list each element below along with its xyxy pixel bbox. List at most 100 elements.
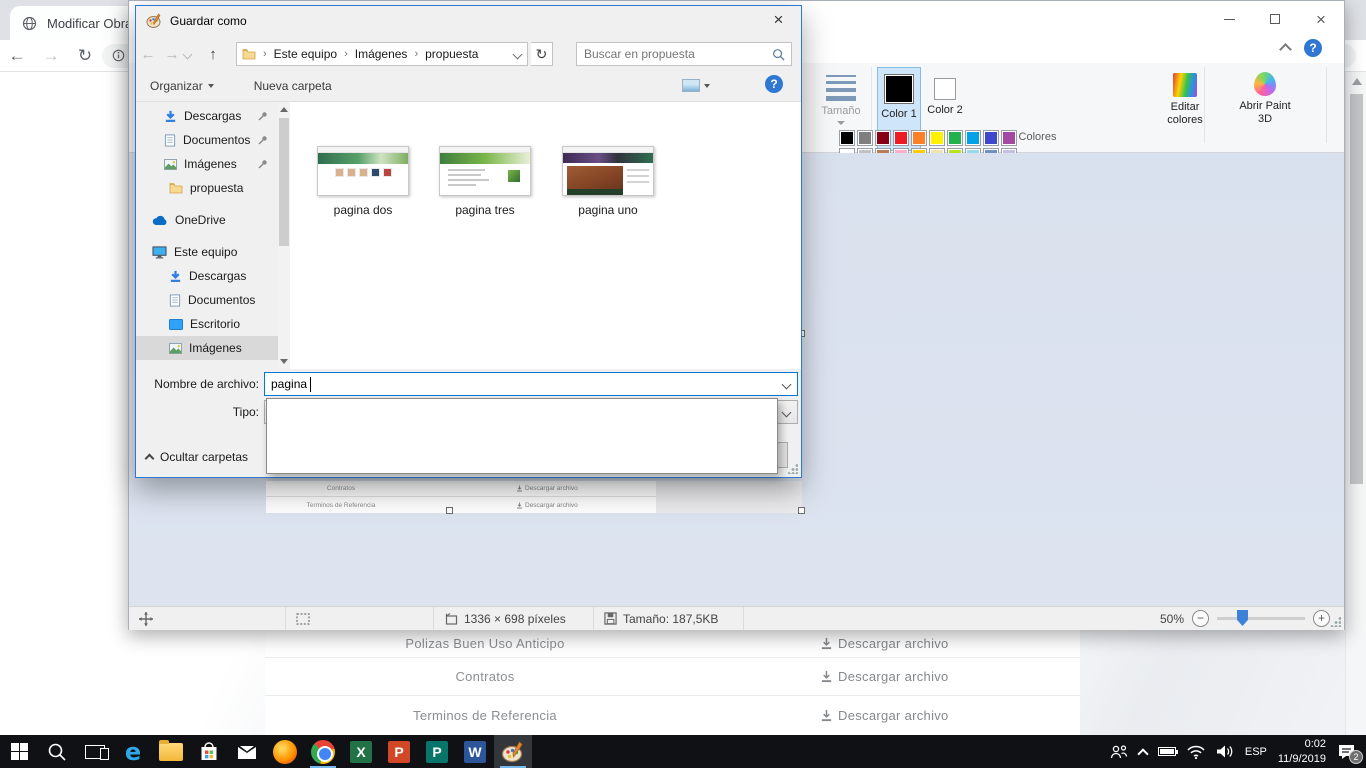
zoom-slider[interactable] — [1217, 617, 1305, 620]
collapse-ribbon-icon[interactable] — [1279, 43, 1292, 56]
zoom-in-button[interactable]: + — [1313, 610, 1330, 627]
taskbar-publisher[interactable]: P — [418, 735, 456, 768]
scrollbar-thumb[interactable] — [279, 118, 289, 246]
taskbar-paint[interactable] — [494, 735, 532, 768]
zoom-out-button[interactable]: − — [1192, 610, 1209, 627]
wifi-icon[interactable] — [1187, 745, 1205, 759]
taskbar-file-explorer[interactable] — [152, 735, 190, 768]
sidebar-item-propuesta[interactable]: propuesta — [136, 176, 278, 200]
address-breadcrumb-bar[interactable]: › Este equipo › Imágenes › propuesta — [236, 42, 528, 66]
file-item[interactable]: pagina dos — [308, 146, 418, 217]
file-item[interactable]: pagina tres — [430, 146, 540, 217]
maximize-button[interactable] — [1252, 4, 1298, 34]
resize-grip[interactable] — [1331, 617, 1341, 627]
selection-handle-corner[interactable] — [798, 507, 805, 514]
language-indicator[interactable]: ESP — [1245, 746, 1267, 758]
sidebar-item-documentos[interactable]: Documentos — [136, 128, 278, 152]
task-view-icon — [85, 745, 105, 759]
scrollbar-up-arrow[interactable] — [280, 107, 288, 112]
nav-forward-button[interactable]: → — [160, 46, 184, 63]
row-label: Polizas Buen Uso Anticipo — [265, 630, 705, 657]
filename-input[interactable]: pagina — [264, 372, 798, 396]
file-thumbnail — [317, 146, 409, 196]
chevron-down-icon — [208, 84, 214, 88]
browser-reload-button[interactable]: ↻ — [68, 46, 102, 66]
scrollbar-down-arrow[interactable] — [280, 359, 288, 364]
selection-handle-bottom[interactable] — [446, 507, 453, 514]
breadcrumb-item[interactable]: propuesta — [425, 47, 478, 61]
paint-help-icon[interactable]: ? — [1304, 39, 1322, 57]
view-mode-button[interactable] — [677, 76, 715, 95]
scrollbar-thumb[interactable] — [1350, 94, 1363, 484]
paint-icon — [501, 741, 525, 763]
sidebar-item-onedrive[interactable]: OneDrive — [136, 208, 278, 232]
size-button[interactable]: Tamaño — [813, 67, 869, 125]
refresh-button[interactable]: ↻ — [531, 42, 553, 66]
start-button[interactable] — [0, 735, 38, 768]
filename-autocomplete-dropdown[interactable] — [266, 398, 778, 474]
sidebar-scrollbar[interactable] — [278, 102, 290, 369]
taskbar-firefox[interactable] — [266, 735, 304, 768]
dialog-close-button[interactable]: × — [756, 6, 801, 34]
file-item[interactable]: pagina uno — [553, 146, 663, 217]
row-label: Terminos de Referencia — [265, 696, 705, 734]
open-paint3d-button[interactable]: Abrir Paint 3D — [1231, 67, 1299, 126]
zoom-slider-thumb[interactable] — [1237, 610, 1248, 626]
search-box[interactable] — [576, 42, 792, 66]
file-thumbnail — [562, 146, 654, 196]
taskbar-store[interactable] — [190, 735, 228, 768]
nav-up-button[interactable]: ↑ — [201, 46, 225, 63]
new-folder-button[interactable]: Nueva carpeta — [246, 75, 340, 97]
browser-back-button[interactable]: ← — [0, 46, 34, 66]
address-dropdown-chevron-icon[interactable] — [513, 49, 523, 59]
taskbar-word[interactable]: W — [456, 735, 494, 768]
sidebar-item-descargas2[interactable]: Descargas — [136, 264, 278, 288]
close-button[interactable]: × — [1298, 4, 1344, 34]
filename-dropdown-chevron-icon[interactable] — [782, 379, 792, 389]
taskbar-edge[interactable]: e — [114, 735, 152, 768]
volume-icon[interactable] — [1216, 744, 1234, 759]
downloads-icon — [169, 270, 182, 283]
edit-colors-button[interactable]: Editar colores — [1159, 67, 1211, 127]
taskbar-search-button[interactable] — [38, 735, 76, 768]
browser-scrollbar[interactable] — [1345, 72, 1366, 735]
scrollbar-up-arrow[interactable] — [1352, 78, 1362, 85]
type-dropdown-chevron-icon[interactable] — [782, 407, 792, 417]
search-input[interactable] — [577, 47, 772, 61]
breadcrumb-item[interactable]: Este equipo — [274, 47, 337, 61]
taskbar-powerpoint[interactable]: P — [380, 735, 418, 768]
taskbar-chrome[interactable] — [304, 735, 342, 768]
taskbar-excel[interactable]: X — [342, 735, 380, 768]
tray-expand-chevron-icon[interactable] — [1137, 748, 1148, 759]
palette-swatch[interactable] — [839, 130, 855, 146]
taskbar-mail[interactable] — [228, 735, 266, 768]
sidebar-item-este-equipo[interactable]: Este equipo — [136, 240, 278, 264]
download-link[interactable]: Descargar archivo — [820, 630, 949, 657]
minimize-button[interactable] — [1206, 4, 1252, 34]
browser-forward-button[interactable]: → — [34, 46, 68, 66]
sidebar-item-imagenes[interactable]: Imágenes — [136, 152, 278, 176]
sidebar-item-imagenes2[interactable]: Imágenes — [136, 336, 278, 360]
zoom-level: 50% — [1160, 612, 1184, 626]
breadcrumb-item[interactable]: Imágenes — [355, 47, 408, 61]
download-link[interactable]: Descargar archivo — [820, 658, 949, 695]
search-icon — [772, 48, 785, 61]
sidebar-item-descargas[interactable]: Descargas — [136, 104, 278, 128]
battery-icon[interactable] — [1158, 747, 1176, 756]
table-row: Terminos de Referencia Descargar archivo — [265, 696, 1080, 734]
action-center-button[interactable]: 2 — [1337, 743, 1356, 760]
help-button[interactable]: ? — [765, 75, 783, 93]
dialog-resize-grip[interactable] — [788, 464, 798, 474]
file-list-area[interactable]: pagina dos pagina tres — [290, 102, 801, 369]
download-link[interactable]: Descargar archivo — [820, 696, 949, 734]
nav-history-chevron-icon[interactable] — [183, 49, 193, 59]
computer-icon — [152, 246, 167, 259]
nav-back-button[interactable]: ← — [136, 46, 160, 63]
sidebar-item-escritorio[interactable]: Escritorio — [136, 312, 278, 336]
task-view-button[interactable] — [76, 735, 114, 768]
people-icon[interactable] — [1110, 744, 1128, 760]
organize-button[interactable]: Organizar — [142, 75, 222, 97]
hide-folders-button[interactable]: Ocultar carpetas — [146, 446, 248, 468]
taskbar-clock[interactable]: 0:02 11/9/2019 — [1278, 737, 1326, 767]
sidebar-item-documentos2[interactable]: Documentos — [136, 288, 278, 312]
